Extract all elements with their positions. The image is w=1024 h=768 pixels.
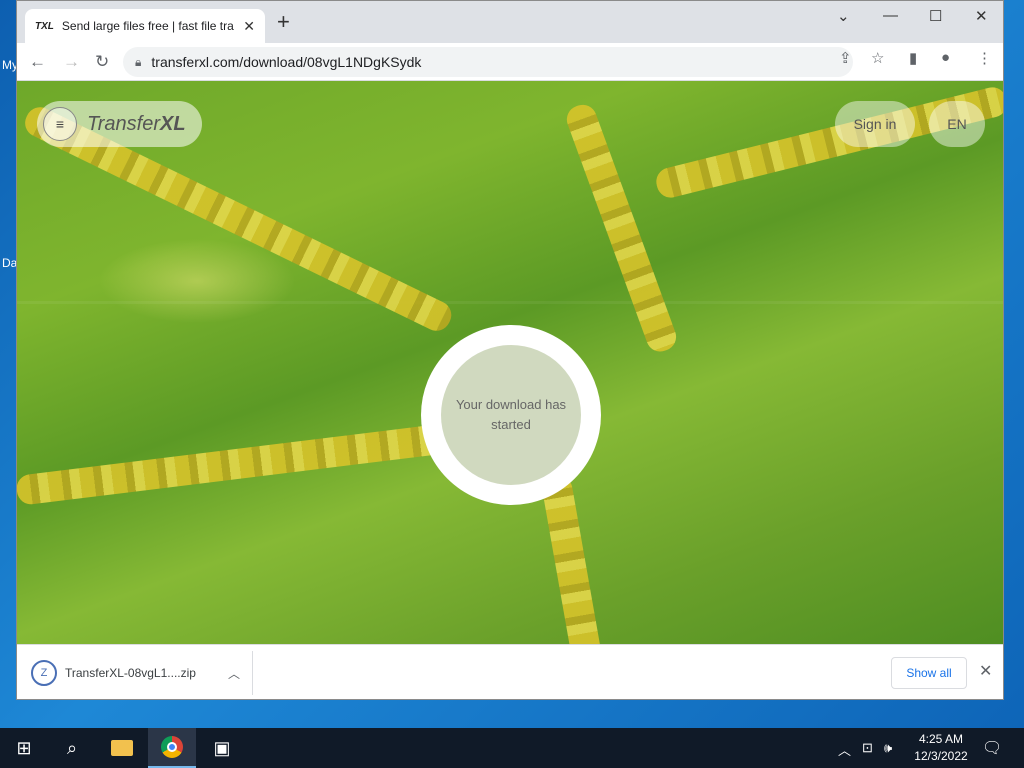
windows-start-icon[interactable]: ⊞	[0, 728, 48, 768]
field-line	[17, 301, 1003, 304]
download-item[interactable]: Z TransferXL-08vgL1....zip ︿	[23, 651, 253, 695]
chevron-up-tray-icon[interactable]: ︿	[838, 740, 851, 759]
language-button[interactable]: EN	[929, 101, 985, 147]
system-clock[interactable]: 4:25 AM 12/3/2022	[906, 731, 976, 765]
notification-icon[interactable]: 🗨︎	[982, 738, 1002, 758]
volume-icon[interactable]: 🕪︎	[884, 740, 892, 756]
hedgerow	[562, 100, 681, 356]
site-header-logo: ≡ TransferXL	[37, 101, 202, 147]
show-all-button[interactable]: Show all	[891, 657, 967, 689]
page-content: ≡ TransferXL Sign in EN Your download ha…	[17, 81, 1003, 644]
forward-icon[interactable]: →	[63, 52, 80, 72]
new-tab-icon[interactable]: +	[277, 11, 290, 33]
hedgerow	[17, 418, 486, 506]
lock-icon[interactable]: 🔒︎	[135, 55, 141, 70]
sign-in-button[interactable]: Sign in	[835, 101, 915, 147]
chrome-icon[interactable]	[148, 728, 196, 768]
network-icon[interactable]: ⊡	[862, 740, 873, 756]
maximize-icon[interactable]: ☐	[929, 7, 942, 25]
clock-date: 12/3/2022	[914, 749, 968, 763]
side-panel-icon[interactable]: ▮	[909, 49, 917, 67]
app-icon[interactable]: ▣	[198, 728, 246, 768]
star-icon[interactable]: ☆	[871, 49, 884, 67]
browser-tab[interactable]: TXL Send large files free | fast file tr…	[25, 9, 265, 43]
url-text: transferxl.com/download/08vgL1NDgKSydk	[151, 54, 422, 70]
search-icon[interactable]: ⌕	[48, 728, 96, 768]
browser-window: TXL Send large files free | fast file tr…	[16, 0, 1004, 700]
chevron-up-icon[interactable]: ︿	[228, 665, 240, 682]
tab-title: Send large files free | fast file tra	[61, 19, 234, 33]
hedgerow	[540, 473, 605, 644]
close-icon[interactable]: ✕	[975, 7, 988, 25]
chevron-down-icon[interactable]: ⌄	[837, 7, 850, 25]
file-explorer-icon[interactable]	[98, 728, 146, 768]
tab-close-icon[interactable]: ✕	[243, 18, 255, 35]
address-bar[interactable]: 🔒︎ transferxl.com/download/08vgL1NDgKSyd…	[123, 47, 853, 77]
transferxl-logo[interactable]: TransferXL	[87, 113, 186, 136]
tab-strip: TXL Send large files free | fast file tr…	[17, 1, 1003, 43]
reload-icon[interactable]: ↻	[95, 52, 109, 72]
download-status-text: Your download has started	[441, 345, 581, 485]
profile-icon[interactable]: ●	[941, 49, 950, 66]
browser-toolbar: ← → ↻ 🔒︎ transferxl.com/download/08vgL1N…	[17, 43, 1003, 81]
favicon: TXL	[35, 20, 54, 32]
minimize-icon[interactable]: —	[883, 7, 898, 24]
share-icon[interactable]: ⇪	[839, 49, 852, 67]
hamburger-menu-icon[interactable]: ≡	[43, 107, 77, 141]
taskbar: ⊞ ⌕ ▣ ︿ ⊡ 🕪︎ 4:25 AM 12/3/2022 🗨︎	[0, 728, 1024, 768]
menu-kebab-icon[interactable]: ⋮	[977, 49, 992, 67]
shelf-close-icon[interactable]: ✕	[979, 661, 992, 681]
zip-file-icon: Z	[31, 660, 57, 686]
clock-time: 4:25 AM	[918, 732, 964, 746]
download-status-circle: Your download has started	[421, 325, 601, 505]
download-shelf: Z TransferXL-08vgL1....zip ︿ Show all ✕	[17, 644, 1003, 699]
back-icon[interactable]: ←	[29, 52, 46, 72]
download-file-name: TransferXL-08vgL1....zip	[65, 666, 196, 680]
